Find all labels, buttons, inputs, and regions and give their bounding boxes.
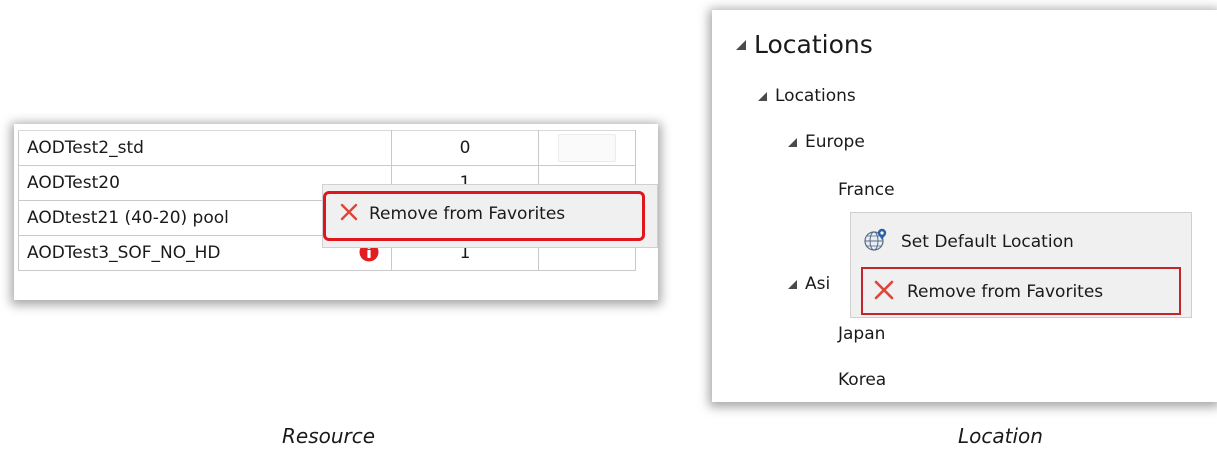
set-default-location-menu-item[interactable]: Set Default Location [863,225,1074,259]
resource-context-menu: Remove from Favorites [322,184,658,248]
close-x-icon [873,279,895,306]
expand-triangle-icon[interactable] [788,137,797,147]
location-context-menu: Set Default Location Remove from Favorit… [850,212,1192,318]
tree-root[interactable]: Locations [736,30,873,59]
tree-root-label: Locations [754,30,873,59]
tree-node-label: Europe [805,132,865,152]
tree-node-locations[interactable]: Locations [758,86,856,106]
resource-name: AODTest2_std [18,130,392,166]
menu-item-label: Remove from Favorites [369,204,566,224]
globe-pin-icon [863,227,889,258]
ghost-thumbnail [558,134,616,162]
tree-node-france[interactable]: France [838,180,895,200]
location-panel: Locations Locations Europe France Asi Ja… [712,10,1217,402]
tree-node-japan[interactable]: Japan [838,324,885,344]
tree-node-asia[interactable]: Asi [788,274,830,294]
resource-name: AODTest3_SOF_NO_HD [27,243,221,263]
resource-caption: Resource [282,424,376,448]
expand-triangle-icon[interactable] [788,279,797,289]
menu-item-label: Remove from Favorites [907,282,1104,302]
table-row[interactable]: AODTest2_std 0 [18,130,636,166]
menu-item-label: Set Default Location [901,232,1074,252]
tree-node-korea[interactable]: Korea [838,370,886,390]
expand-triangle-icon[interactable] [736,39,746,50]
tree-node-label: France [838,180,895,200]
close-x-icon [339,202,359,227]
location-caption: Location [958,424,1043,448]
tree-node-europe[interactable]: Europe [788,132,865,152]
remove-from-favorites-menu-item[interactable]: Remove from Favorites [873,275,1103,309]
tree-node-label: Japan [838,324,886,344]
tree-node-label: Asi [805,274,831,294]
resource-panel: AODTest2_std 0 AODTest20 1 AODtest21 (40… [14,124,658,300]
resource-extra-cell [538,130,636,166]
tree-node-label: Locations [775,86,856,106]
resource-count: 0 [391,130,539,166]
expand-triangle-icon[interactable] [758,91,767,101]
remove-from-favorites-menu-item[interactable]: Remove from Favorites [339,199,565,229]
tree-node-label: Korea [838,370,887,390]
